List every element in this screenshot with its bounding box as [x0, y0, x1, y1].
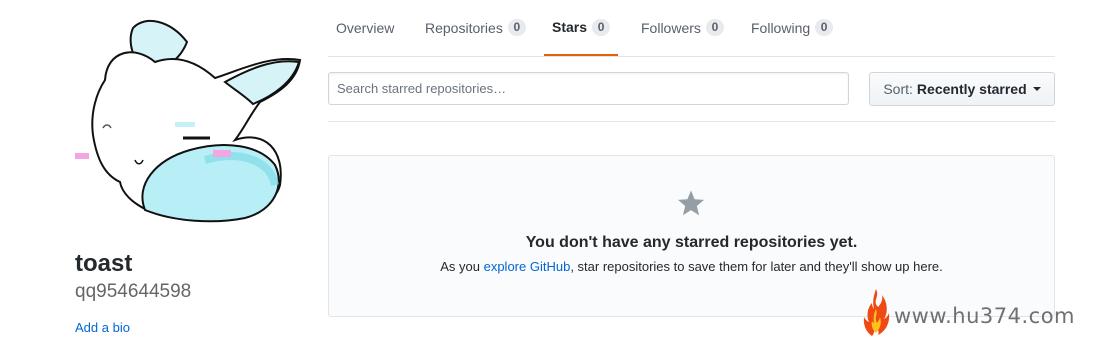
star-icon: [678, 190, 704, 216]
search-starred-input[interactable]: [328, 72, 849, 105]
tab-followers[interactable]: Followers 0: [633, 0, 732, 55]
watermark: www.hu374.com: [862, 287, 1092, 337]
counter-badge: 0: [815, 19, 834, 36]
flame-logo-icon: [863, 289, 890, 336]
blankslate-text-before: As you: [440, 259, 484, 274]
tab-label: Followers: [641, 19, 701, 36]
tab-label: Overview: [336, 19, 395, 36]
sort-dropdown-button[interactable]: Sort: Recently starred: [869, 72, 1055, 106]
watermark-text: www.hu374.com: [894, 304, 1076, 328]
counter-badge: 0: [507, 19, 526, 36]
tab-label: Stars: [552, 19, 588, 35]
blankslate-text: As you explore GitHub, star repositories…: [329, 259, 1054, 274]
sort-selected-value: Recently starred: [916, 81, 1027, 97]
caret-down-icon: [1032, 87, 1041, 91]
explore-github-link[interactable]: explore GitHub: [484, 259, 571, 274]
blankslate-text-after: , star repositories to save them for lat…: [570, 259, 943, 274]
tab-overview[interactable]: Overview: [328, 0, 402, 55]
avatar[interactable]: [75, 0, 303, 228]
sort-prefix-label: Sort:: [883, 81, 913, 97]
avatar-drawing: [75, 0, 303, 228]
profile-page: toast qq954644598 Add a bio Overview Rep…: [0, 0, 1109, 343]
add-bio-link[interactable]: Add a bio: [75, 320, 130, 336]
username: qq954644598: [75, 281, 192, 302]
tab-repositories[interactable]: Repositories 0: [417, 0, 534, 55]
divider: [328, 121, 1055, 122]
counter-badge: 0: [705, 19, 724, 36]
tab-label: Following: [751, 19, 811, 36]
tab-stars[interactable]: Stars 0: [544, 0, 619, 56]
tab-following[interactable]: Following 0: [743, 0, 841, 55]
profile-tabs: Overview Repositories 0 Stars 0 Follower…: [328, 0, 1055, 57]
counter-badge: 0: [592, 18, 611, 36]
tab-label: Repositories: [425, 19, 503, 36]
display-name: toast: [75, 250, 133, 277]
blankslate-title: You don't have any starred repositories …: [525, 234, 858, 251]
